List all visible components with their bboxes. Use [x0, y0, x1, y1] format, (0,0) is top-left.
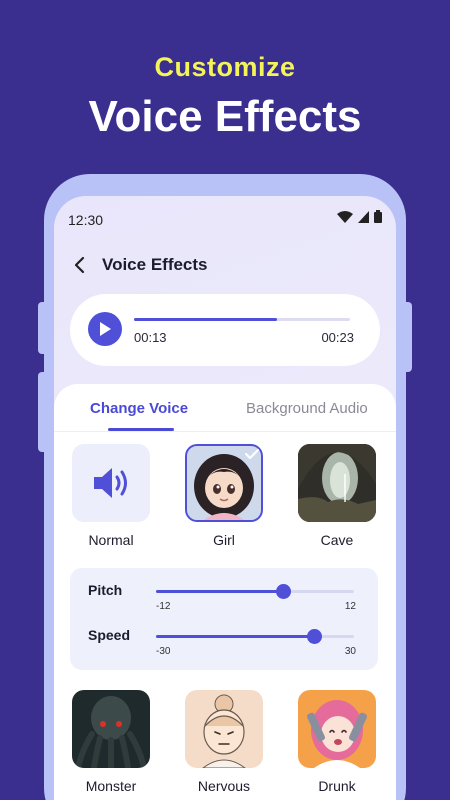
adjustment-panel: Pitch -12 12 Speed -30 30: [70, 568, 378, 670]
total-time: 00:23: [321, 330, 354, 345]
back-button[interactable]: [68, 254, 90, 276]
pitch-slider-handle[interactable]: [275, 584, 291, 599]
top-bar: Voice Effects: [68, 254, 208, 276]
tab-change-voice[interactable]: Change Voice: [90, 400, 188, 417]
audio-player: 00:13 00:23: [70, 294, 380, 366]
speed-slider-handle[interactable]: [307, 629, 323, 644]
pitch-min: -12: [156, 601, 171, 612]
pitch-max: 12: [344, 601, 356, 612]
pitch-slider-fill: [156, 590, 283, 593]
battery-icon: [374, 210, 382, 223]
play-icon: [100, 322, 111, 336]
signal-icon: [358, 210, 369, 223]
voice-label: Normal: [88, 532, 134, 548]
promo-headline-customize: Customize: [154, 52, 296, 82]
page-title: Voice Effects: [102, 255, 208, 274]
pitch-label: Pitch: [88, 582, 123, 598]
playback-progress-fill: [134, 318, 277, 321]
speed-label: Speed: [88, 627, 131, 643]
voice-label: Nervous: [197, 778, 251, 794]
voice-option-drunk[interactable]: Drunk: [298, 690, 376, 794]
voice-option-normal[interactable]: Normal: [72, 444, 150, 548]
status-time: 12:30: [68, 212, 104, 228]
girl-avatar: [185, 444, 263, 522]
current-time: 00:13: [134, 330, 167, 345]
play-button[interactable]: [88, 312, 122, 346]
wifi-icon: [337, 210, 353, 223]
voice-option-cave[interactable]: Cave: [298, 444, 376, 548]
voice-option-nervous[interactable]: Nervous: [185, 690, 263, 794]
drunk-avatar: [298, 690, 376, 768]
playback-progress-bar[interactable]: [134, 318, 350, 321]
checkmark-icon: [245, 448, 259, 460]
voice-option-monster[interactable]: Monster: [72, 690, 150, 794]
tab-bar: Change Voice Background Audio: [54, 384, 396, 432]
promo-headline-voice-effects: Voice Effects: [88, 92, 362, 141]
speed-slider-fill: [156, 635, 315, 638]
status-icons: [337, 210, 382, 223]
tab-background-audio[interactable]: Background Audio: [246, 400, 368, 417]
speed-min: -30: [156, 646, 171, 657]
cave-image: [298, 444, 376, 522]
active-tab-indicator: [108, 428, 174, 431]
voice-label: Cave: [320, 532, 354, 548]
voice-label: Girl: [213, 532, 235, 548]
speed-max: 30: [344, 646, 356, 657]
voice-option-girl[interactable]: Girl: [185, 444, 263, 548]
monster-image: [72, 690, 150, 768]
nervous-avatar: [185, 690, 263, 768]
voice-label: Drunk: [318, 778, 356, 794]
speaker-icon: [72, 444, 150, 522]
pitch-slider[interactable]: [156, 584, 354, 599]
speed-slider[interactable]: [156, 629, 354, 644]
chevron-left-icon: [74, 256, 85, 274]
effects-panel: Change Voice Background Audio Normal Gir…: [54, 384, 396, 800]
phone-screen: 12:30 Voice Effects 00:13 00:23 Change V…: [54, 196, 396, 800]
voice-label: Monster: [85, 778, 137, 794]
